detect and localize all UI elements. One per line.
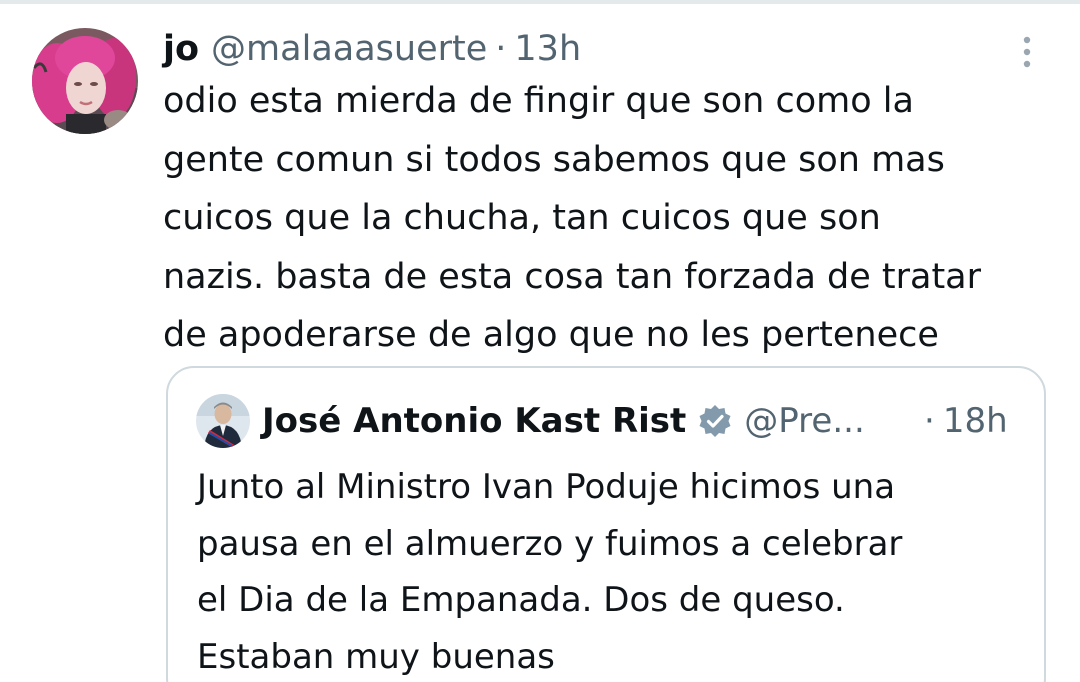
tweet-header: jo @malaaasuerte · 13h	[163, 24, 581, 74]
quoted-text-line: el Dia de la Empanada. Dos de queso.	[197, 580, 845, 620]
separator-dot: ·	[495, 29, 507, 69]
quoted-author-avatar[interactable]	[196, 394, 250, 448]
quoted-tweet-header: José Antonio Kast Rist @Pre...	[262, 396, 865, 446]
quoted-author-handle[interactable]: @Pre...	[744, 401, 864, 441]
tweet-timestamp[interactable]: 13h	[514, 29, 581, 69]
author-avatar[interactable]	[32, 28, 138, 134]
quoted-text-line: Junto al Ministro Ivan Poduje hicimos un…	[197, 467, 896, 507]
quoted-tweet-body: Junto al Ministro Ivan Poduje hicimos un…	[197, 459, 1027, 682]
quoted-tweet-timestamp[interactable]: 18h	[943, 401, 1008, 441]
author-handle[interactable]: @malaaasuerte	[211, 29, 487, 69]
tweet-text-line: de apoderarse de algo que no les pertene…	[163, 315, 939, 355]
tweet-text-line: odio esta mierda de fingir que son como …	[163, 81, 914, 121]
author-display-name[interactable]: jo	[163, 29, 199, 69]
top-divider	[0, 0, 1080, 4]
separator-dot: ·	[924, 401, 935, 441]
tweet-text-line: nazis. basta de esta cosa tan forzada de…	[163, 256, 982, 297]
tweet-text-line: cuicos que la chucha, tan cuicos que son	[163, 198, 881, 238]
quoted-text-line: Estaban muy buenas	[197, 636, 555, 677]
more-vertical-icon[interactable]	[1012, 32, 1042, 72]
quoted-tweet-time-group: · 18h	[924, 396, 1008, 446]
tweet-body: odio esta mierda de fingir que son como …	[163, 72, 1063, 365]
quoted-text-line: pausa en el almuerzo y fuimos a celebrar	[197, 523, 903, 564]
verified-badge-icon	[699, 405, 731, 437]
quoted-author-display-name[interactable]: José Antonio Kast Rist	[262, 401, 686, 441]
tweet-text-line: gente comun si todos sabemos que son mas	[163, 139, 945, 180]
